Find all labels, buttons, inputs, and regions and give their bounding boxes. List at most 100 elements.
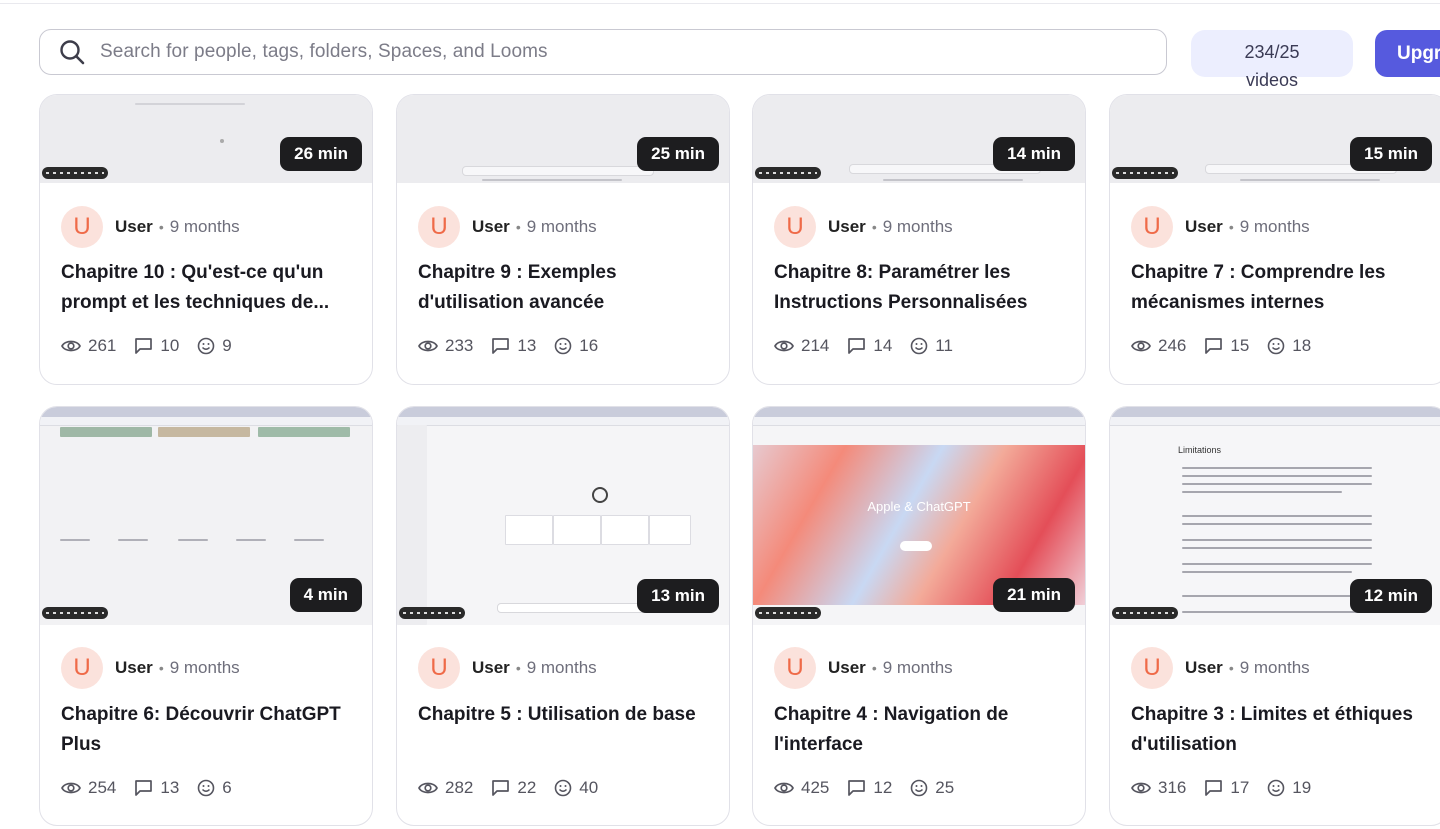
video-thumbnail[interactable]: 26 min	[40, 95, 372, 183]
reactions-stat: 40	[554, 778, 598, 798]
player-controls[interactable]	[399, 607, 465, 619]
separator-dot: •	[1228, 219, 1234, 235]
avatar[interactable]: U	[774, 206, 816, 248]
eye-icon	[1131, 782, 1151, 794]
video-card[interactable]: 13 min U User • 9 months Chapitre 5 : Ut…	[396, 406, 730, 826]
separator-dot: •	[1228, 660, 1234, 676]
video-title[interactable]: Chapitre 6: Découvrir ChatGPT Plus	[61, 700, 351, 759]
avatar[interactable]: U	[418, 647, 460, 689]
eye-icon	[61, 782, 81, 794]
video-title[interactable]: Chapitre 3 : Limites et éthiques d'utili…	[1131, 700, 1421, 759]
duration-badge: 14 min	[993, 137, 1075, 171]
avatar[interactable]: U	[61, 206, 103, 248]
player-controls[interactable]	[755, 167, 821, 179]
reactions-count: 40	[579, 778, 599, 797]
comment-icon	[492, 338, 510, 354]
video-thumbnail[interactable]: 15 min	[1110, 95, 1440, 183]
duration-badge: 26 min	[280, 137, 362, 171]
avatar[interactable]: U	[774, 647, 816, 689]
search-icon	[58, 38, 86, 66]
eye-icon	[1131, 340, 1151, 352]
smiley-icon	[1267, 779, 1285, 797]
video-title[interactable]: Chapitre 9 : Exemples d'utilisation avan…	[418, 258, 708, 317]
author-name[interactable]: User	[115, 217, 153, 237]
video-stats: 425 12 25	[774, 778, 972, 798]
eye-icon	[418, 340, 438, 352]
player-controls[interactable]	[1112, 607, 1178, 619]
comments-stat: 13	[491, 336, 536, 356]
reactions-count: 18	[1292, 336, 1312, 355]
player-controls[interactable]	[42, 167, 108, 179]
views-count: 282	[445, 778, 474, 797]
views-count: 214	[801, 336, 830, 355]
video-thumbnail[interactable]: 14 min	[753, 95, 1085, 183]
comments-count: 22	[517, 778, 537, 797]
avatar[interactable]: U	[61, 647, 103, 689]
video-title[interactable]: Chapitre 4 : Navigation de l'interface	[774, 700, 1064, 759]
video-count-badge[interactable]: 234/25 videos	[1191, 30, 1353, 96]
player-controls[interactable]	[42, 607, 108, 619]
smiley-icon	[554, 779, 572, 797]
player-controls[interactable]	[755, 607, 821, 619]
reactions-count: 19	[1292, 778, 1312, 797]
views-count: 261	[88, 336, 117, 355]
views-count: 316	[1158, 778, 1187, 797]
comments-stat: 15	[1204, 336, 1249, 356]
video-thumbnail[interactable]: Apple & ChatGPT 21 min	[753, 407, 1085, 625]
upgrade-button[interactable]: Upgr	[1375, 30, 1440, 77]
reactions-count: 9	[222, 336, 232, 355]
video-card[interactable]: 25 min U User • 9 months Chapitre 9 : Ex…	[396, 94, 730, 385]
duration-badge: 15 min	[1350, 137, 1432, 171]
reactions-stat: 6	[197, 778, 232, 798]
reactions-stat: 18	[1267, 336, 1311, 356]
avatar[interactable]: U	[1131, 647, 1173, 689]
video-age: 9 months	[882, 658, 953, 677]
video-age: 9 months	[169, 658, 240, 677]
video-age: 9 months	[1239, 658, 1310, 677]
video-stats: 261 10 9	[61, 336, 250, 356]
search-placeholder: Search for people, tags, folders, Spaces…	[100, 41, 548, 62]
comments-stat: 13	[134, 778, 179, 798]
smiley-icon	[197, 337, 215, 355]
video-title[interactable]: Chapitre 7 : Comprendre les mécanismes i…	[1131, 258, 1421, 317]
author-name[interactable]: User	[828, 217, 866, 237]
video-stats: 246 15 18	[1131, 336, 1329, 356]
smiley-icon	[910, 337, 928, 355]
video-age: 9 months	[169, 217, 240, 236]
author-name[interactable]: User	[828, 658, 866, 678]
video-card[interactable]: Apple & ChatGPT 21 min U User • 9 months…	[752, 406, 1086, 826]
author-name[interactable]: User	[1185, 658, 1223, 678]
reactions-stat: 9	[197, 336, 232, 356]
video-card[interactable]: 4 min U User • 9 months Chapitre 6: Déco…	[39, 406, 373, 826]
comments-stat: 10	[134, 336, 179, 356]
video-stats: 214 14 11	[774, 336, 971, 356]
avatar[interactable]: U	[1131, 206, 1173, 248]
video-title[interactable]: Chapitre 8: Paramétrer les Instructions …	[774, 258, 1064, 317]
reactions-count: 25	[935, 778, 955, 797]
comment-icon	[135, 780, 153, 796]
smiley-icon	[197, 779, 215, 797]
views-count: 254	[88, 778, 117, 797]
search-bar[interactable]: Search for people, tags, folders, Spaces…	[39, 29, 1167, 75]
author-name[interactable]: User	[1185, 217, 1223, 237]
avatar[interactable]: U	[418, 206, 460, 248]
video-card[interactable]: 15 min U User • 9 months Chapitre 7 : Co…	[1109, 94, 1440, 385]
video-title[interactable]: Chapitre 5 : Utilisation de base	[418, 700, 708, 730]
video-age: 9 months	[1239, 217, 1310, 236]
eye-icon	[418, 782, 438, 794]
video-card[interactable]: Limitations 12 min U User • 9 months Cha…	[1109, 406, 1440, 826]
video-card[interactable]: 14 min U User • 9 months Chapitre 8: Par…	[752, 94, 1086, 385]
video-thumbnail[interactable]: 4 min	[40, 407, 372, 625]
author-name[interactable]: User	[472, 658, 510, 678]
views-stat: 282	[418, 778, 473, 798]
video-card[interactable]: 26 min U User • 9 months Chapitre 10 : Q…	[39, 94, 373, 385]
video-title[interactable]: Chapitre 10 : Qu'est-ce qu'un prompt et …	[61, 258, 351, 317]
comments-count: 12	[873, 778, 893, 797]
video-thumbnail[interactable]: 13 min	[397, 407, 729, 625]
player-controls[interactable]	[1112, 167, 1178, 179]
author-name[interactable]: User	[472, 217, 510, 237]
video-stats: 316 17 19	[1131, 778, 1329, 798]
author-name[interactable]: User	[115, 658, 153, 678]
video-thumbnail[interactable]: Limitations 12 min	[1110, 407, 1440, 625]
video-thumbnail[interactable]: 25 min	[397, 95, 729, 183]
